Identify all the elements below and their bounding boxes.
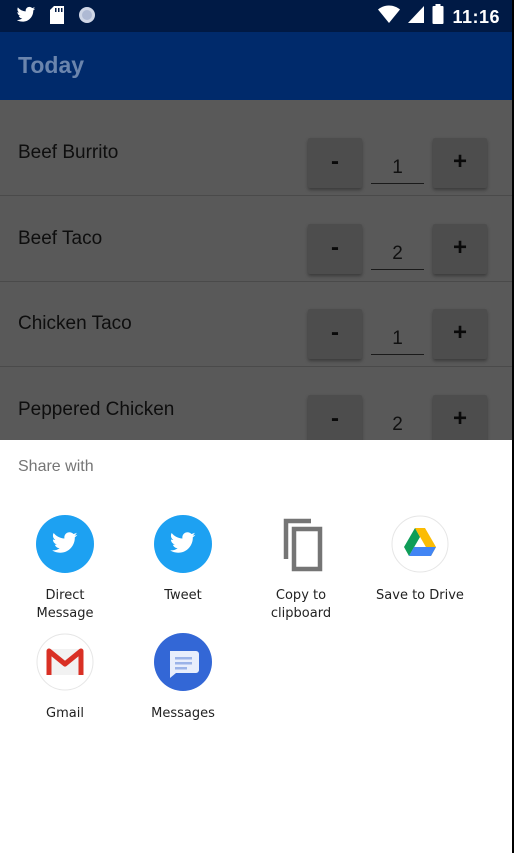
increment-button[interactable]: + — [433, 309, 487, 359]
google-drive-icon — [391, 515, 449, 573]
share-target-label: Copy to clipboard — [270, 588, 332, 621]
quantity-field[interactable]: 2 — [371, 405, 424, 440]
app-bar: Today — [0, 32, 514, 100]
decrement-button[interactable]: - — [308, 224, 362, 274]
share-target-label: Save to Drive — [376, 588, 464, 603]
share-target-label: Gmail — [46, 706, 84, 721]
page-title: Today — [18, 52, 85, 78]
increment-button[interactable]: + — [433, 138, 487, 188]
list-item: Beef Burrito - 1 + — [0, 110, 514, 196]
share-sheet: Share with Direct Message Tweet Copy to … — [0, 440, 512, 853]
item-list: Beef Burrito - 1 + Beef Taco - 2 + Chick… — [0, 100, 514, 440]
twitter-icon — [154, 515, 212, 573]
share-target-label: Tweet — [164, 588, 202, 603]
gmail-icon — [36, 633, 94, 691]
decrement-button[interactable]: - — [308, 395, 362, 440]
increment-button[interactable]: + — [433, 395, 487, 440]
quantity-field[interactable]: 1 — [371, 148, 424, 184]
decrement-button[interactable]: - — [308, 138, 362, 188]
decrement-button[interactable]: - — [308, 309, 362, 359]
clock: 11:16 — [452, 6, 500, 27]
circle-icon — [78, 6, 96, 29]
messages-icon — [154, 633, 212, 691]
item-name: Chicken Taco — [18, 313, 132, 334]
quantity-field[interactable]: 1 — [371, 319, 424, 355]
quantity-field[interactable]: 2 — [371, 234, 424, 270]
list-item: Beef Taco - 2 + — [0, 196, 514, 282]
battery-icon — [432, 4, 444, 29]
sd-card-icon — [50, 6, 64, 29]
share-sheet-title: Share with — [18, 458, 94, 475]
item-name: Beef Burrito — [18, 142, 119, 163]
list-item: Chicken Taco - 1 + — [0, 281, 514, 367]
copy-icon — [272, 515, 330, 573]
share-target-label: Direct Message — [36, 588, 94, 621]
list-item: Peppered Chicken - 2 + — [0, 367, 514, 440]
share-target-label: Messages — [151, 706, 215, 721]
twitter-icon — [36, 515, 94, 573]
cell-signal-icon — [408, 5, 425, 28]
increment-button[interactable]: + — [433, 224, 487, 274]
twitter-notification-icon — [16, 6, 36, 29]
item-name: Peppered Chicken — [18, 399, 175, 420]
item-name: Beef Taco — [18, 228, 103, 249]
status-bar: 11:16 — [0, 0, 514, 32]
wifi-icon — [378, 5, 401, 28]
